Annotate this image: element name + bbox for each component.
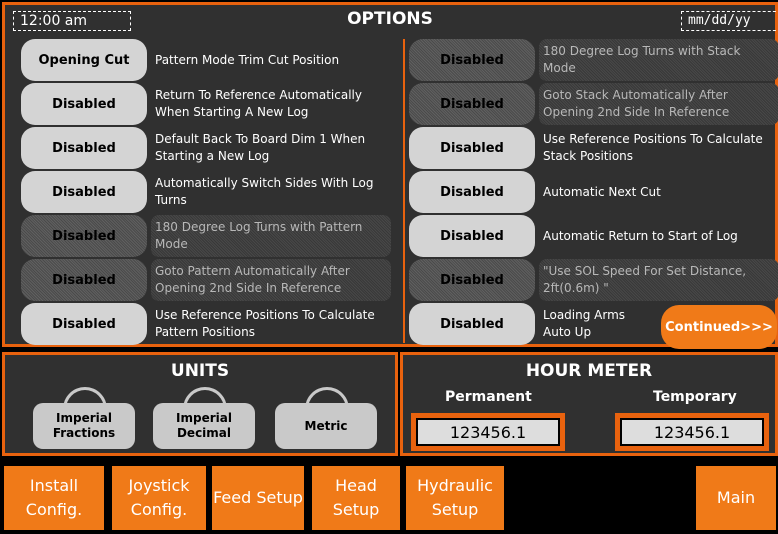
permanent-label: Permanent xyxy=(445,389,532,405)
option-toggle-button[interactable]: Disabled xyxy=(409,171,535,213)
units-imperial-decimal-button[interactable]: Imperial Decimal xyxy=(153,403,255,449)
option-description: Use Reference Positions To Calculate Sta… xyxy=(543,132,763,163)
option-toggle-button[interactable]: Disabled xyxy=(21,83,147,125)
permanent-meter: 123456.1 xyxy=(411,413,565,451)
options-title: OPTIONS xyxy=(347,9,433,29)
column-divider xyxy=(403,39,405,343)
option-description: 180 Degree Log Turns with Stack Mode xyxy=(539,39,778,81)
option-toggle-button: Disabled xyxy=(21,259,147,301)
option-description: Goto Stack Automatically After Opening 2… xyxy=(539,83,778,125)
option-description: "Use SOL Speed For Set Distance, 2ft(0.6… xyxy=(539,259,778,301)
feed-setup-button[interactable]: Feed Setup xyxy=(210,464,306,532)
option-toggle-button[interactable]: Disabled xyxy=(409,215,535,257)
temporary-meter[interactable]: 123456.1 xyxy=(615,413,769,451)
units-panel: UNITS Imperial Fractions Imperial Decima… xyxy=(2,352,398,456)
permanent-value: 123456.1 xyxy=(416,418,560,446)
option-description: Goto Pattern Automatically After Opening… xyxy=(151,259,391,301)
head-setup-button[interactable]: Head Setup xyxy=(310,464,402,532)
continued-button[interactable]: Continued>>> xyxy=(661,305,777,349)
joystick-config-button[interactable]: Joystick Config. xyxy=(110,464,208,532)
units-imperial-fractions-button[interactable]: Imperial Fractions xyxy=(33,403,135,449)
option-description: Pattern Mode Trim Cut Position xyxy=(155,52,340,67)
temporary-label: Temporary xyxy=(653,389,737,405)
units-metric-button[interactable]: Metric xyxy=(275,403,377,449)
option-description: 180 Degree Log Turns with Pattern Mode xyxy=(151,215,391,257)
hour-meter-title: HOUR METER xyxy=(525,361,653,381)
option-toggle-button[interactable]: Disabled xyxy=(409,303,535,345)
option-toggle-button[interactable]: Disabled xyxy=(21,171,147,213)
units-title: UNITS xyxy=(170,361,230,381)
option-description: Return To Reference Automatically When S… xyxy=(155,88,362,119)
main-button[interactable]: Main xyxy=(694,464,778,532)
install-config-button[interactable]: Install Config. xyxy=(2,464,106,532)
option-toggle-button[interactable]: Disabled xyxy=(21,127,147,169)
option-toggle-button: Disabled xyxy=(409,83,535,125)
date-display: mm/dd/yy xyxy=(681,11,778,31)
option-toggle-button: Disabled xyxy=(21,215,147,257)
options-panel: 12:00 am OPTIONS mm/dd/yy Opening Cut Pa… xyxy=(2,2,778,349)
hour-meter-panel: HOUR METER Permanent 123456.1 Temporary … xyxy=(400,352,778,456)
option-description: Default Back To Board Dim 1 When Startin… xyxy=(155,132,366,163)
option-description: Use Reference Positions To Calculate Pat… xyxy=(155,308,375,339)
option-description: Automatic Return to Start of Log xyxy=(543,228,738,243)
temporary-value: 123456.1 xyxy=(620,418,764,446)
option-toggle-button[interactable]: Opening Cut xyxy=(21,39,147,81)
option-description: Loading Arms Auto Up xyxy=(543,308,626,339)
option-description: Automatic Next Cut xyxy=(543,184,661,199)
option-toggle-button[interactable]: Disabled xyxy=(21,303,147,345)
option-toggle-button: Disabled xyxy=(409,259,535,301)
hydraulic-setup-button[interactable]: Hydraulic Setup xyxy=(404,464,506,532)
option-toggle-button: Disabled xyxy=(409,39,535,81)
option-toggle-button[interactable]: Disabled xyxy=(409,127,535,169)
option-description: Automatically Switch Sides With Log Turn… xyxy=(155,176,374,207)
